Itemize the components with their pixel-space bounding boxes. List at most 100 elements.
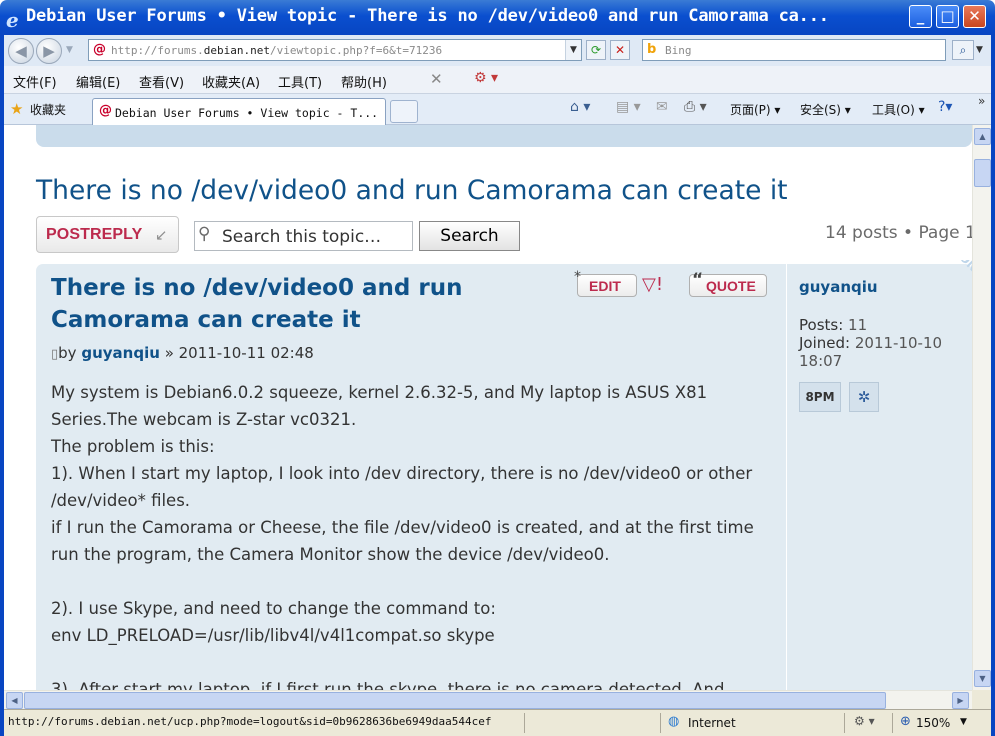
topic-search-button[interactable]: Search — [419, 221, 520, 251]
status-bar: http://forums.debian.net/ucp.php?mode=lo… — [4, 709, 991, 736]
maximize-button[interactable]: □ — [936, 5, 959, 28]
debian-swirl-icon: @ — [99, 103, 112, 118]
forward-button[interactable]: ▶ — [36, 38, 62, 64]
page-viewport: There is no /dev/video0 and run Camorama… — [4, 125, 972, 690]
feeds-icon[interactable]: ▤ ▾ — [616, 99, 641, 115]
close-icon[interactable]: ✕ — [430, 70, 443, 88]
chevron-more-icon[interactable]: » — [978, 94, 985, 108]
status-divider — [660, 713, 661, 733]
profile-posts: Posts: 11 — [799, 316, 868, 334]
menu-edit[interactable]: 编辑(E) — [76, 72, 120, 91]
vertical-scroll-thumb[interactable] — [974, 159, 991, 187]
address-toolbar: ◀ ▶ ▼ @ http://forums.debian.net/viewtop… — [4, 35, 991, 66]
globe-icon: ◍ — [668, 714, 680, 729]
scroll-corner — [972, 690, 991, 709]
window-titlebar: e Debian User Forums • View topic - Ther… — [0, 0, 995, 35]
online-badge: ONLINE — [956, 260, 972, 296]
status-divider — [892, 713, 893, 733]
tab-title: Debian User Forums • View topic - T... — [115, 106, 379, 120]
scroll-up-button[interactable]: ▲ — [974, 128, 991, 145]
post-profile: guyanqiu Posts: 11 Joined: 2011-10-10 18… — [786, 264, 972, 690]
menu-file[interactable]: 文件(F) — [13, 72, 57, 91]
user-icon: 8 — [805, 390, 814, 404]
post-paragraph: if I run the Camorama or Cheese, the fil… — [51, 518, 760, 564]
zoom-dropdown-icon[interactable]: ▼ — [960, 717, 967, 727]
post-author-link[interactable]: guyanqiu — [81, 344, 160, 362]
contact-button[interactable]: ✲ — [849, 382, 879, 412]
magnifier-icon: ⚲ — [198, 224, 211, 244]
search-options-dropdown-icon[interactable]: ▼ — [976, 45, 983, 55]
favorites-bar: ★ 收藏夹 @ Debian User Forums • View topic … — [4, 94, 991, 125]
window-title: Debian User Forums • View topic - There … — [26, 6, 829, 26]
address-dropdown-icon[interactable]: ▼ — [565, 40, 581, 60]
post-paragraph: 2). I use Skype, and need to change the … — [51, 599, 496, 618]
edit-button[interactable]: * EDIT — [574, 269, 637, 297]
search-input[interactable]: b Bing — [642, 39, 946, 61]
quote-button[interactable]: “ QUOTE — [689, 270, 767, 297]
header-strip — [36, 125, 972, 147]
post-paragraph: The problem is this: — [51, 437, 215, 456]
scroll-right-button[interactable]: ▶ — [952, 692, 969, 709]
stop-button[interactable]: ✕ — [610, 40, 630, 60]
favorites-star-icon[interactable]: ★ — [10, 100, 23, 118]
favorites-button[interactable]: 收藏夹 — [30, 101, 66, 118]
quote-mark-icon: “ — [692, 270, 704, 290]
history-dropdown-icon[interactable]: ▼ — [66, 45, 73, 55]
topic-search-input[interactable]: ⚲ Search this topic… — [194, 221, 413, 251]
menu-tools[interactable]: 工具(T) — [278, 72, 322, 91]
reply-arrow-icon: ↙ — [155, 226, 168, 244]
post-paragraph — [51, 649, 771, 676]
asterisk-icon: * — [574, 269, 581, 285]
window-frame-right — [991, 35, 995, 736]
vertical-scrollbar[interactable]: ▲ ▼ — [972, 125, 991, 690]
addon-icon[interactable]: ⚙ ▾ — [474, 70, 498, 86]
profile-username[interactable]: guyanqiu — [799, 278, 878, 296]
page-menu[interactable]: 页面(P) ▾ — [730, 101, 780, 118]
topic-title[interactable]: There is no /dev/video0 and run Camorama… — [36, 175, 788, 206]
search-go-button[interactable]: ⌕ — [952, 40, 974, 60]
status-divider — [844, 713, 845, 733]
status-divider — [524, 713, 525, 733]
menu-view[interactable]: 查看(V) — [139, 72, 184, 91]
scroll-left-button[interactable]: ◀ — [6, 692, 23, 709]
private-message-button[interactable]: 8PM — [799, 382, 841, 412]
url-text[interactable]: http://forums.debian.net/viewtopic.php?f… — [111, 44, 442, 57]
horizontal-scrollbar[interactable]: ◀ ▶ — [4, 690, 972, 709]
horizontal-scroll-thumb[interactable] — [24, 692, 886, 709]
post-paragraph: 1). When I start my laptop, I look into … — [51, 464, 758, 510]
post-date: » 2011-10-11 02:48 — [164, 344, 314, 362]
protected-mode-icon[interactable]: ⚙ ▾ — [854, 714, 875, 728]
address-input[interactable]: @ http://forums.debian.net/viewtopic.php… — [88, 39, 582, 61]
menu-favorites[interactable]: 收藏夹(A) — [202, 72, 260, 91]
post-paragraph — [51, 568, 771, 595]
mail-icon[interactable]: ✉ — [656, 99, 668, 115]
post-title[interactable]: There is no /dev/video0 and run Camorama… — [51, 272, 571, 336]
close-button[interactable]: ✕ — [963, 5, 986, 28]
zoom-icon[interactable]: ⊕ — [900, 714, 911, 729]
contacts-icon: ✲ — [857, 388, 871, 406]
minimize-button[interactable]: _ — [909, 5, 932, 28]
post-author-line: ▯by guyanqiu » 2011-10-11 02:48 — [51, 344, 314, 362]
zoom-level[interactable]: 150% — [916, 716, 950, 730]
menu-bar: 文件(F) 编辑(E) 查看(V) 收藏夹(A) 工具(T) 帮助(H) ✕ ⚙… — [4, 66, 991, 94]
print-icon[interactable]: ⎙ ▾ — [684, 99, 707, 115]
bing-icon: b — [647, 42, 657, 57]
postreply-button[interactable]: POSTREPLY ↙ — [36, 216, 179, 253]
post-paragraph: env LD_PRELOAD=/usr/lib/libv4l/v4l1compa… — [51, 626, 495, 645]
help-icon[interactable]: ?▾ — [938, 99, 952, 115]
debian-swirl-icon: @ — [93, 42, 106, 57]
post: There is no /dev/video0 and run Camorama… — [36, 260, 972, 690]
tab-active[interactable]: @ Debian User Forums • View topic - T... — [92, 98, 386, 125]
safety-menu[interactable]: 安全(S) ▾ — [800, 101, 851, 118]
warning-icon: ▽! — [642, 274, 664, 295]
tools-menu[interactable]: 工具(O) ▾ — [872, 101, 925, 118]
security-zone[interactable]: Internet — [688, 716, 736, 730]
menu-help[interactable]: 帮助(H) — [341, 72, 387, 91]
scroll-down-button[interactable]: ▼ — [974, 670, 991, 687]
report-button[interactable]: ▽! — [642, 274, 666, 297]
post-paragraph: 3). After start my laptop, if I first ru… — [51, 680, 725, 690]
refresh-button[interactable]: ⟳ — [586, 40, 606, 60]
home-icon[interactable]: ⌂ ▾ — [570, 99, 590, 115]
back-button[interactable]: ◀ — [8, 38, 34, 64]
new-tab-button[interactable] — [390, 100, 418, 123]
